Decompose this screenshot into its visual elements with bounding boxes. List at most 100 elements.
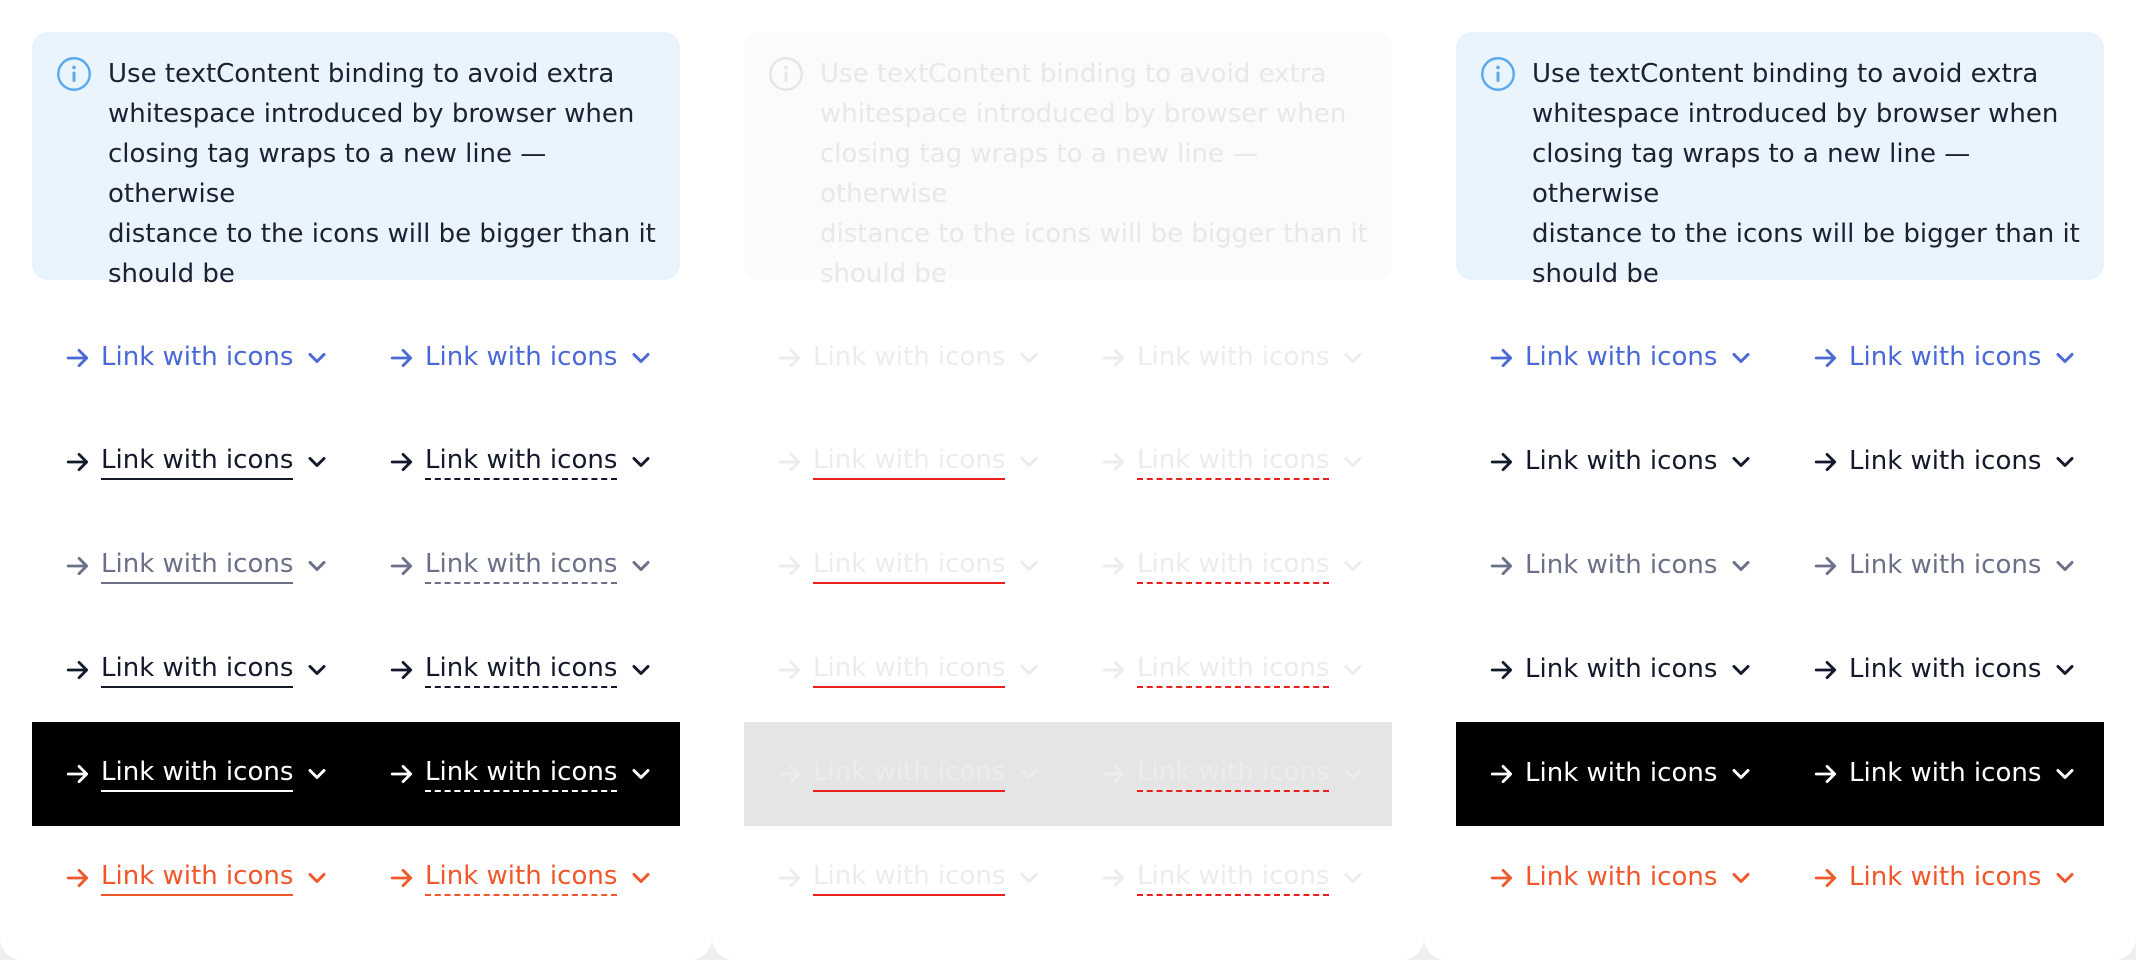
link-with-icons[interactable]: Link with icons	[65, 722, 329, 826]
link-with-icons[interactable]: Link with icons	[1489, 722, 1753, 826]
link-with-icons[interactable]: Link with icons	[777, 826, 1041, 930]
link-with-icons[interactable]: Link with icons	[1101, 618, 1365, 722]
arrow-right-icon	[390, 869, 413, 887]
link-label: Link with icons	[1137, 652, 1330, 688]
link-with-icons[interactable]: Link with icons	[389, 722, 653, 826]
chevron-down-icon	[308, 457, 326, 467]
notice-line: whitespace introduced by browser when	[108, 99, 635, 129]
link-label: Link with icons	[1137, 342, 1330, 372]
link-with-icons[interactable]: Link with icons	[1101, 722, 1365, 826]
chevron-down-icon	[1732, 665, 1750, 675]
link-with-icons[interactable]: Link with icons	[65, 410, 329, 514]
link-label: Link with icons	[1137, 756, 1330, 792]
chevron-down-icon	[632, 665, 650, 675]
arrow-right-icon	[1814, 869, 1837, 887]
arrow-right-icon	[1490, 349, 1513, 367]
chevron-down-icon	[632, 769, 650, 779]
link-with-icons[interactable]: Link with icons	[1489, 306, 1753, 410]
link-with-icons[interactable]: Link with icons	[1813, 410, 2077, 514]
chevron-down-icon	[1344, 769, 1362, 779]
chevron-down-icon	[2056, 873, 2074, 883]
notice-line: Use textContent binding to avoid extra	[108, 59, 615, 89]
arrow-right-icon	[1102, 349, 1125, 367]
chevron-down-icon	[1732, 873, 1750, 883]
arrow-right-icon	[1490, 765, 1513, 783]
link-with-icons[interactable]: Link with icons	[389, 826, 653, 930]
notice-line: whitespace introduced by browser when	[1532, 99, 2059, 129]
link-with-icons[interactable]: Link with icons	[1489, 410, 1753, 514]
chevron-down-icon	[2056, 457, 2074, 467]
link-with-icons[interactable]: Link with icons	[1813, 306, 2077, 410]
arrow-right-icon	[1102, 661, 1125, 679]
link-with-icons[interactable]: Link with icons	[777, 306, 1041, 410]
link-row-danger: Link with icons Link with icons	[1456, 826, 2104, 930]
link-with-icons[interactable]: Link with icons	[65, 618, 329, 722]
link-with-icons[interactable]: Link with icons	[777, 514, 1041, 618]
link-with-icons[interactable]: Link with icons	[1489, 618, 1753, 722]
link-with-icons[interactable]: Link with icons	[1813, 514, 2077, 618]
link-label: Link with icons	[813, 444, 1006, 480]
notice-line: Use textContent binding to avoid extra	[820, 59, 1327, 89]
link-with-icons[interactable]: Link with icons	[1101, 410, 1365, 514]
arrow-right-icon	[1490, 453, 1513, 471]
link-row-muted: Link with icons Link with icons	[32, 514, 680, 618]
arrow-right-icon	[778, 661, 801, 679]
link-with-icons[interactable]: Link with icons	[389, 410, 653, 514]
chevron-down-icon	[1344, 457, 1362, 467]
notice-line: Use textContent binding to avoid extra	[1532, 59, 2039, 89]
link-with-icons[interactable]: Link with icons	[777, 722, 1041, 826]
chevron-down-icon	[2056, 665, 2074, 675]
info-notice: Use textContent binding to avoid extra w…	[744, 32, 1392, 289]
link-row-default: Link with icons Link with icons	[1456, 410, 2104, 514]
link-with-icons[interactable]: Link with icons	[1813, 722, 2077, 826]
info-icon	[769, 57, 803, 91]
chevron-down-icon	[1020, 457, 1038, 467]
link-with-icons[interactable]: Link with icons	[389, 306, 653, 410]
notice-line: closing tag wraps to a new line — otherw…	[820, 139, 1259, 209]
link-with-icons[interactable]: Link with icons	[65, 826, 329, 930]
link-with-icons[interactable]: Link with icons	[65, 514, 329, 618]
chevron-down-icon	[1732, 769, 1750, 779]
chevron-down-icon	[1732, 561, 1750, 571]
link-with-icons[interactable]: Link with icons	[1489, 514, 1753, 618]
arrow-right-icon	[1814, 557, 1837, 575]
link-with-icons[interactable]: Link with icons	[1489, 826, 1753, 930]
link-with-icons[interactable]: Link with icons	[1101, 514, 1365, 618]
link-row-default: Link with icons Link with icons	[32, 410, 680, 514]
link-with-icons[interactable]: Link with icons	[777, 618, 1041, 722]
info-icon	[1481, 57, 1515, 91]
link-with-icons[interactable]: Link with icons	[777, 410, 1041, 514]
notice-line: should be	[1532, 259, 1659, 289]
arrow-right-icon	[390, 661, 413, 679]
link-row-primary: Link with icons Link with icons	[1456, 306, 2104, 410]
link-label: Link with icons	[1137, 548, 1330, 584]
link-showcase: Use textContent binding to avoid extra w…	[0, 0, 2136, 960]
link-row-contrast: Link with icons Link with icons	[32, 722, 680, 826]
chevron-down-icon	[1020, 769, 1038, 779]
info-icon	[57, 57, 91, 91]
link-with-icons[interactable]: Link with icons	[65, 306, 329, 410]
chevron-down-icon	[1344, 665, 1362, 675]
link-with-icons[interactable]: Link with icons	[389, 514, 653, 618]
arrow-right-icon	[1814, 765, 1837, 783]
link-label: Link with icons	[101, 652, 294, 688]
notice-line: closing tag wraps to a new line — otherw…	[1532, 139, 1971, 209]
link-with-icons[interactable]: Link with icons	[389, 618, 653, 722]
link-label: Link with icons	[1849, 550, 2042, 580]
link-row-contrast: Link with icons Link with icons	[744, 722, 1392, 826]
link-with-icons[interactable]: Link with icons	[1101, 306, 1365, 410]
link-with-icons[interactable]: Link with icons	[1813, 618, 2077, 722]
arrow-right-icon	[1102, 869, 1125, 887]
link-label: Link with icons	[101, 342, 294, 372]
chevron-down-icon	[1344, 353, 1362, 363]
link-with-icons[interactable]: Link with icons	[1101, 826, 1365, 930]
panel-no-underline: Use textContent binding to avoid extra w…	[1424, 0, 2136, 960]
chevron-down-icon	[308, 665, 326, 675]
arrow-right-icon	[66, 869, 89, 887]
link-row-muted: Link with icons Link with icons	[1456, 514, 2104, 618]
arrow-right-icon	[390, 349, 413, 367]
link-with-icons[interactable]: Link with icons	[1813, 826, 2077, 930]
link-label: Link with icons	[813, 548, 1006, 584]
chevron-down-icon	[1020, 873, 1038, 883]
chevron-down-icon	[308, 873, 326, 883]
